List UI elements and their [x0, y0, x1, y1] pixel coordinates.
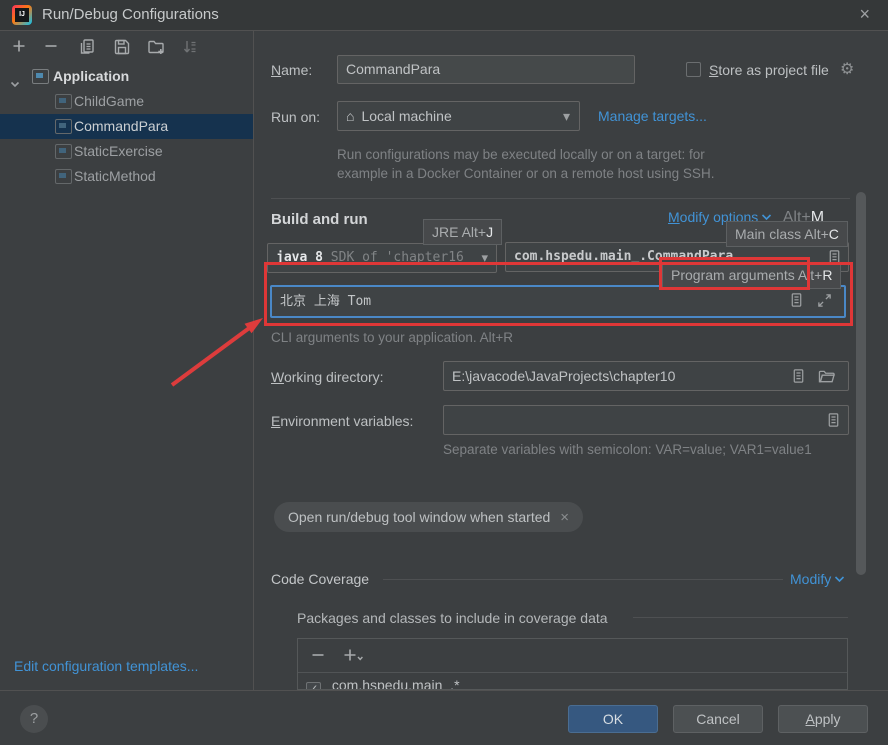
- chip-label: Open run/debug tool window when started: [288, 509, 551, 525]
- cli-arguments-help: CLI arguments to your application. Alt+R: [271, 330, 514, 345]
- scrollbar-thumb[interactable]: [856, 192, 866, 575]
- expand-field-icon[interactable]: [817, 293, 832, 308]
- main-class-hint-shortcut-prefix: Alt+: [804, 226, 829, 242]
- application-type-icon: [55, 169, 72, 184]
- run-on-label: Run on:: [271, 109, 321, 125]
- packages-separator: [633, 617, 848, 618]
- environment-variables-editor-icon[interactable]: [826, 412, 841, 428]
- open-run-debug-tool-window-chip[interactable]: Open run/debug tool window when started ×: [274, 502, 584, 532]
- environment-variables-help: Separate variables with semicolon: VAR=v…: [443, 442, 812, 457]
- working-directory-editor-icon[interactable]: [791, 368, 806, 384]
- dropdown-caret-icon: ▾: [562, 108, 570, 124]
- title-bar: IJ Run/Debug Configurations ×: [0, 0, 888, 31]
- program-arguments-input[interactable]: 北京 上海 Tom: [270, 285, 846, 318]
- run-on-value: Local machine: [361, 108, 452, 124]
- run-on-help-line2: example in a Docker Container or on a re…: [337, 166, 715, 181]
- browse-folder-icon[interactable]: [818, 369, 835, 384]
- store-as-project-file-checkbox[interactable]: [686, 62, 701, 77]
- coverage-pattern-row[interactable]: ✓ com.hspedu.main_.*: [298, 673, 847, 690]
- run-on-help-line1: Run configurations may be executed local…: [337, 147, 705, 162]
- new-folder-icon[interactable]: [147, 38, 165, 56]
- environment-variables-label: Environment variables:: [271, 413, 414, 429]
- name-input[interactable]: CommandPara: [337, 55, 635, 84]
- dialog-footer: ? OK Cancel Apply: [0, 690, 888, 745]
- close-icon[interactable]: ×: [859, 0, 870, 30]
- main-class-hint-tooltip: Main class Alt+C: [726, 221, 848, 247]
- sidebar-item-commandpara[interactable]: CommandPara: [0, 114, 253, 139]
- jre-hint-shortcut-key: J: [486, 224, 494, 240]
- copy-configuration-icon[interactable]: [78, 38, 96, 56]
- chevron-down-icon: [834, 570, 845, 588]
- run-on-select[interactable]: ⌂ Local machine ▾: [337, 101, 580, 131]
- code-coverage-separator: [383, 579, 783, 580]
- jre-hint-tooltip: JRE Alt+J: [423, 219, 503, 245]
- main-class-hint-shortcut-key: C: [828, 226, 839, 242]
- save-configuration-icon[interactable]: [113, 38, 131, 56]
- add-configuration-icon[interactable]: [11, 38, 29, 56]
- ok-button[interactable]: OK: [568, 705, 658, 733]
- pattern-checkbox[interactable]: ✓: [306, 682, 321, 689]
- sidebar-item-staticexercise[interactable]: StaticExercise: [0, 139, 253, 164]
- working-directory-label: Working directory:: [271, 369, 384, 385]
- coverage-packages-panel: ✓ com.hspedu.main_.*: [297, 638, 848, 690]
- tree-item-label: StaticMethod: [74, 168, 156, 184]
- build-and-run-header: Build and run: [271, 211, 368, 228]
- program-arguments-hint-label: Program arguments: [671, 267, 795, 283]
- jre-select[interactable]: java 8 SDK of 'chapter16 ▾: [267, 243, 497, 273]
- sidebar-toolbar: [0, 31, 253, 62]
- configurations-sidebar: Application ChildGame CommandPara Static…: [0, 31, 254, 690]
- remove-option-icon[interactable]: ×: [560, 509, 569, 526]
- tree-item-label: ChildGame: [74, 93, 145, 109]
- code-coverage-header: Code Coverage: [271, 571, 370, 587]
- program-arguments-hint-shortcut-key: R: [822, 267, 833, 283]
- coverage-modify-link[interactable]: Modify: [790, 570, 845, 589]
- main-class-hint-label: Main class: [735, 226, 802, 242]
- add-pattern-icon[interactable]: [342, 647, 364, 668]
- dropdown-caret-icon: ▾: [481, 250, 488, 265]
- application-type-icon: [32, 69, 49, 84]
- program-arguments-hint-tooltip: Program arguments Alt+R: [662, 262, 842, 289]
- section-separator: [271, 198, 850, 199]
- application-type-icon: [55, 144, 72, 159]
- tree-item-label: StaticExercise: [74, 143, 163, 159]
- sidebar-item-staticmethod[interactable]: StaticMethod: [0, 164, 253, 189]
- program-arguments-editor-icon[interactable]: [789, 292, 804, 308]
- environment-variables-input[interactable]: [443, 405, 849, 435]
- coverage-panel-toolbar: [298, 639, 847, 673]
- application-type-icon: [55, 119, 72, 134]
- tree-item-label: CommandPara: [74, 118, 169, 134]
- coverage-modify-label: Modify: [790, 571, 832, 587]
- coverage-pattern-label: com.hspedu.main_.*: [331, 677, 460, 690]
- manage-targets-link[interactable]: Manage targets...: [598, 108, 707, 124]
- application-type-icon: [55, 94, 72, 109]
- name-label: Name:: [271, 62, 313, 78]
- working-directory-input[interactable]: E:\javacode\JavaProjects\chapter10: [443, 361, 849, 391]
- edit-configuration-templates-link[interactable]: Edit configuration templates...: [14, 658, 198, 674]
- help-button[interactable]: ?: [20, 705, 48, 733]
- tree-item-label: Application: [53, 68, 130, 84]
- jre-hint-label: JRE: [432, 224, 459, 240]
- jre-value-secondary: SDK of 'chapter16: [330, 250, 464, 265]
- dialog-title: Run/Debug Configurations: [42, 6, 219, 23]
- sidebar-item-application[interactable]: Application: [0, 64, 253, 89]
- packages-to-include-header: Packages and classes to include in cover…: [297, 610, 608, 626]
- store-as-project-file-label: Store as project file: [709, 62, 829, 78]
- jre-hint-shortcut-prefix: Alt+: [461, 224, 487, 240]
- intellij-logo-icon: IJ: [12, 5, 32, 25]
- run-debug-configurations-dialog: IJ Run/Debug Configurations × Applicatio…: [0, 0, 888, 745]
- cancel-button[interactable]: Cancel: [673, 705, 763, 733]
- apply-button[interactable]: Apply: [778, 705, 868, 733]
- sort-alphabetically-icon[interactable]: [181, 38, 199, 56]
- program-arguments-hint-shortcut-prefix: Alt+: [797, 267, 823, 283]
- intellij-logo-text: IJ: [15, 8, 29, 22]
- remove-pattern-icon[interactable]: [310, 647, 326, 668]
- sidebar-item-childgame[interactable]: ChildGame: [0, 89, 253, 114]
- jre-value-primary: java 8: [276, 250, 323, 265]
- gear-icon[interactable]: ⚙: [840, 59, 854, 79]
- home-icon: ⌂: [346, 108, 355, 124]
- remove-configuration-icon[interactable]: [43, 38, 61, 56]
